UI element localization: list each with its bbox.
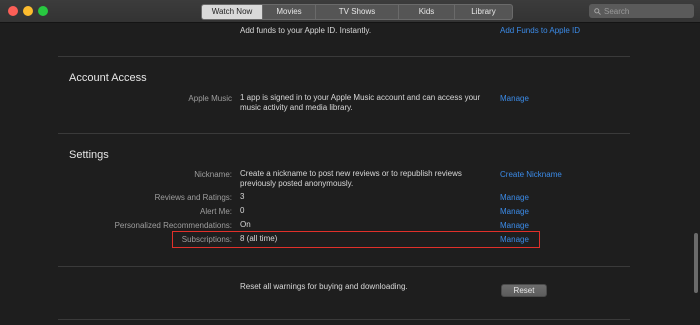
divider [58,319,630,320]
nickname-description: Create a nickname to post new reviews or… [240,169,462,189]
divider [58,133,630,134]
add-funds-link[interactable]: Add Funds to Apple ID [500,26,580,35]
zoom-window-button[interactable] [38,6,48,16]
search-field[interactable] [589,4,694,18]
alert-me-label: Alert Me: [199,207,232,216]
settings-heading: Settings [69,149,109,161]
tab-movies[interactable]: Movies [262,5,315,19]
tab-watch-now[interactable]: Watch Now [202,5,262,19]
reviews-ratings-value: 3 [240,192,245,201]
reviews-ratings-manage-link[interactable]: Manage [500,193,529,202]
search-icon [594,7,601,15]
apple-music-description-line2: music activity and media library. [240,103,353,112]
tab-bar: Watch Now Movies TV Shows Kids Library [201,4,513,20]
reset-warnings-description: Reset all warnings for buying and downlo… [240,282,408,291]
apple-music-description-line1: 1 app is signed in to your Apple Music a… [240,93,481,102]
apple-music-manage-link[interactable]: Manage [500,94,529,103]
close-window-button[interactable] [8,6,18,16]
apple-music-description: 1 app is signed in to your Apple Music a… [240,93,480,113]
minimize-window-button[interactable] [23,6,33,16]
divider [58,56,630,57]
nickname-label: Nickname: [194,170,232,179]
scrollbar[interactable] [694,23,698,325]
window-titlebar: Watch Now Movies TV Shows Kids Library [0,0,700,23]
reset-button[interactable]: Reset [501,284,547,297]
create-nickname-link[interactable]: Create Nickname [500,170,562,179]
personalized-recommendations-manage-link[interactable]: Manage [500,221,529,230]
account-access-heading: Account Access [69,72,147,84]
account-settings-page: Add funds to your Apple ID. Instantly. A… [0,23,700,325]
search-input[interactable] [604,6,688,16]
tab-library[interactable]: Library [454,5,512,19]
apple-music-label: Apple Music [188,94,232,103]
reviews-ratings-label: Reviews and Ratings: [154,193,232,202]
nickname-description-line2: previously posted anonymously. [240,179,354,188]
personalized-recommendations-value: On [240,220,251,229]
subscriptions-value: 8 (all time) [240,234,278,243]
tab-tv-shows[interactable]: TV Shows [315,5,398,19]
alert-me-value: 0 [240,206,245,215]
add-funds-description: Add funds to your Apple ID. Instantly. [240,26,372,35]
subscriptions-label: Subscriptions: [181,235,232,244]
tab-kids[interactable]: Kids [398,5,454,19]
subscriptions-manage-link[interactable]: Manage [500,235,529,244]
nickname-description-line1: Create a nickname to post new reviews or… [240,169,462,178]
scrollbar-thumb[interactable] [694,233,698,293]
alert-me-manage-link[interactable]: Manage [500,207,529,216]
personalized-recommendations-label: Personalized Recommendations: [114,221,232,230]
divider [58,266,630,267]
